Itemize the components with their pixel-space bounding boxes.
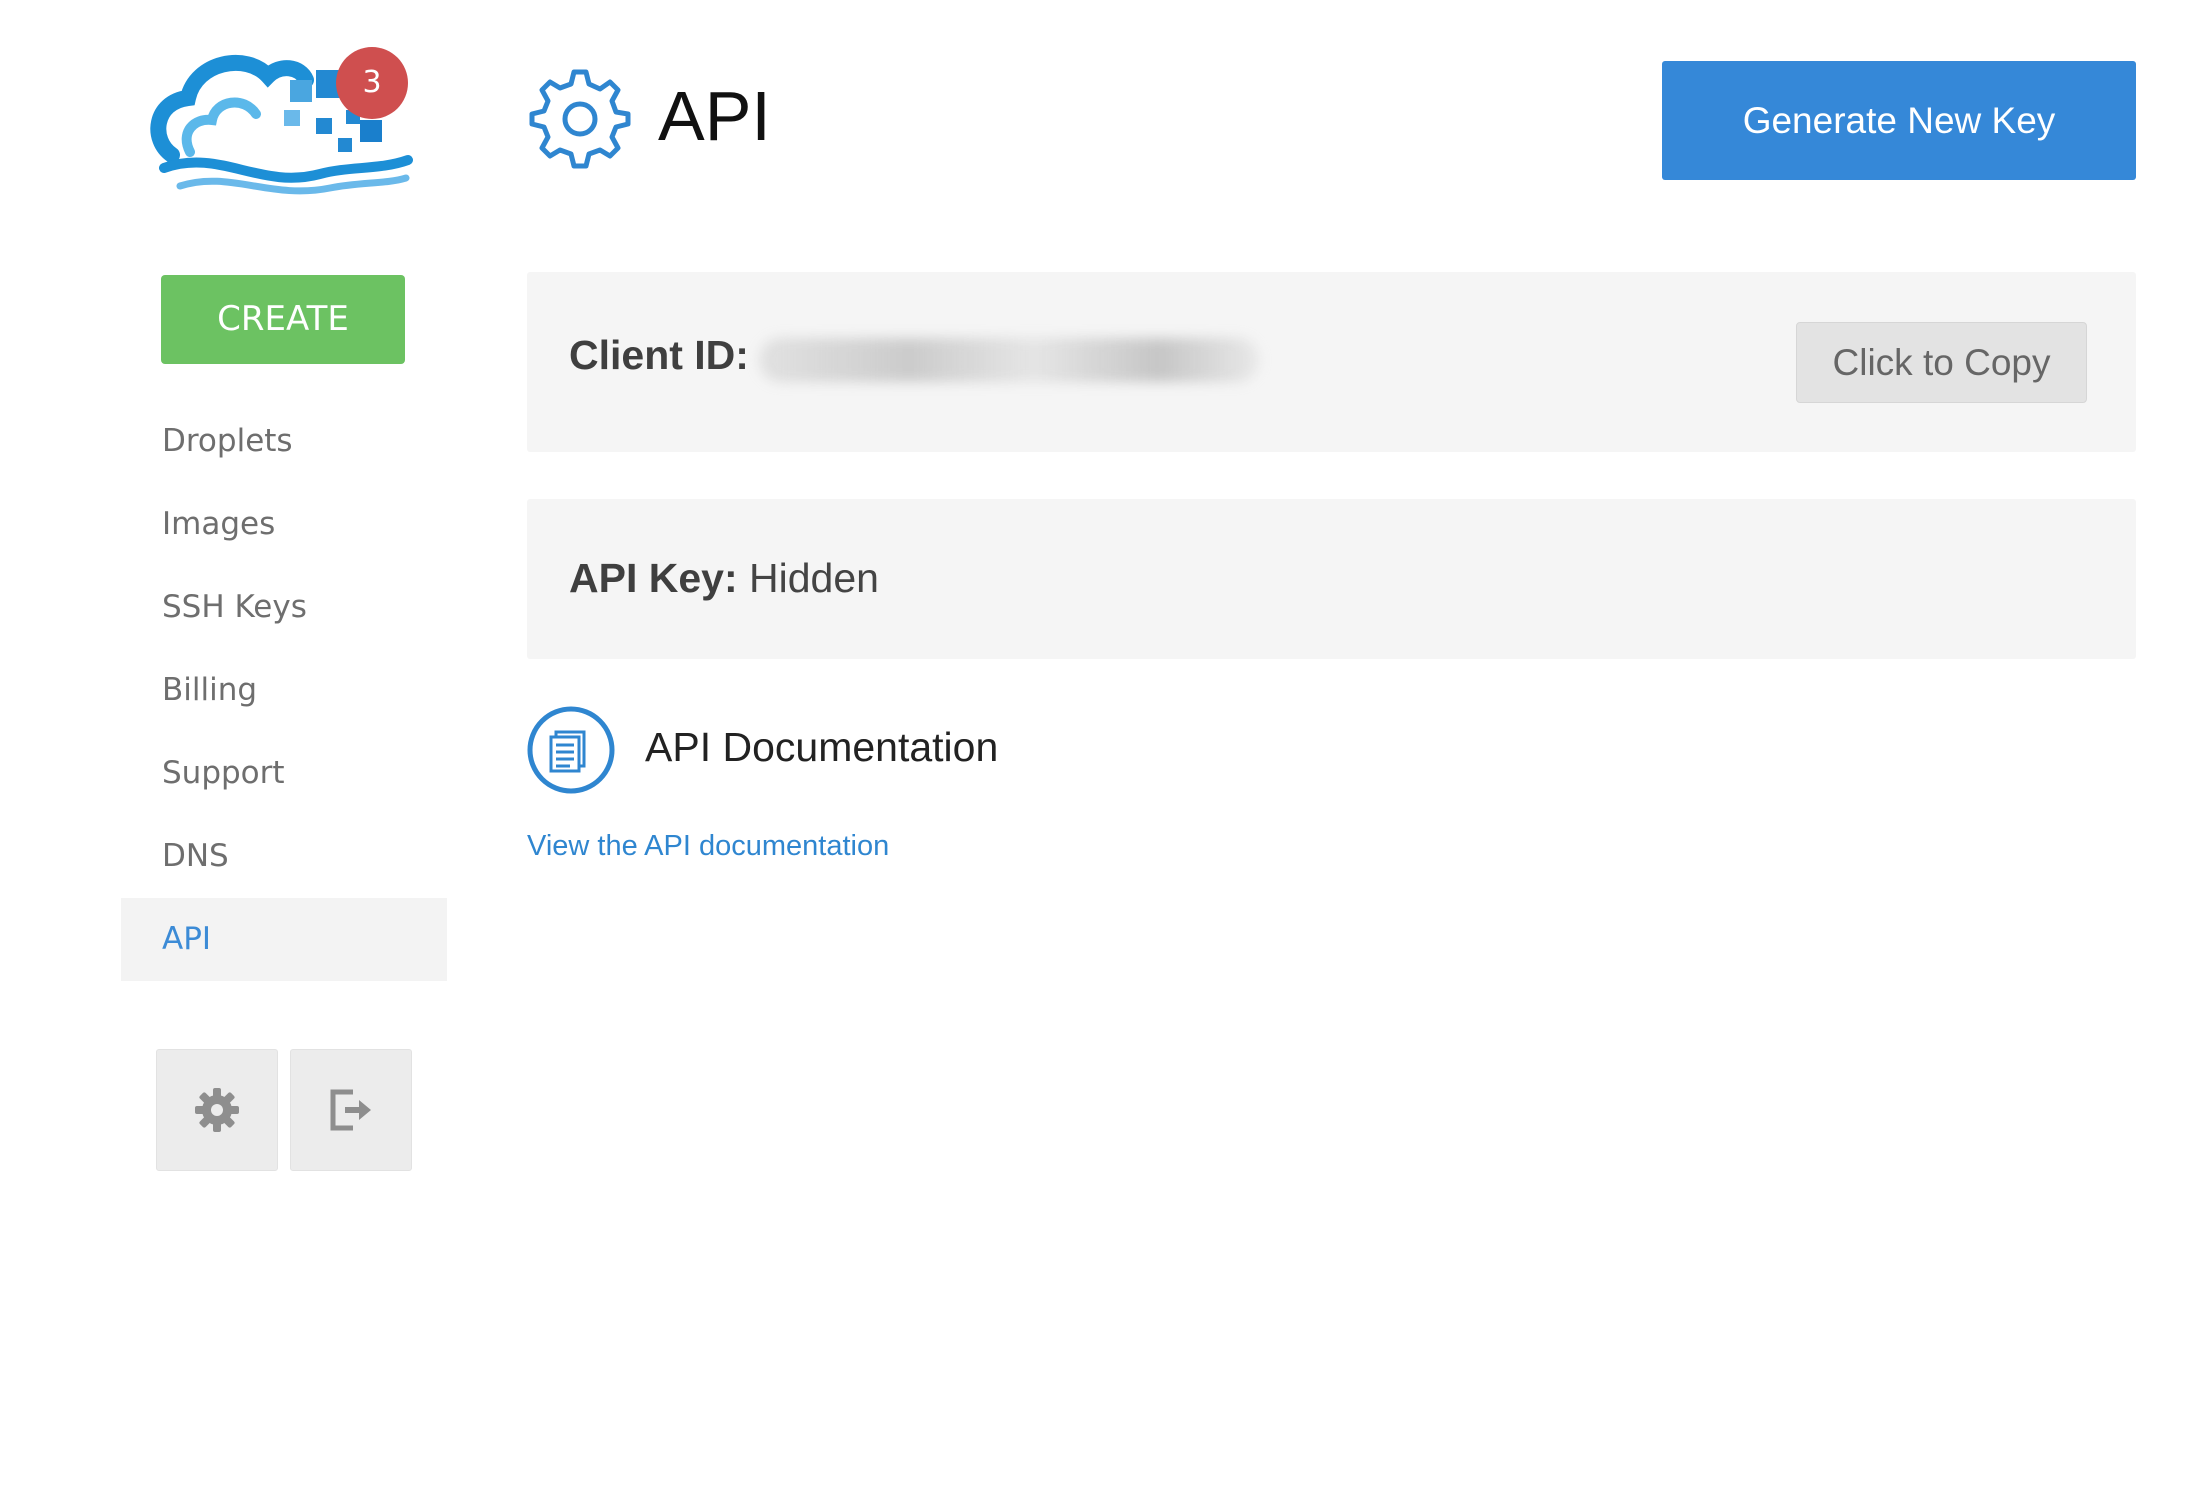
gear-icon (195, 1088, 239, 1132)
logout-icon (330, 1089, 371, 1131)
create-button[interactable]: CREATE (161, 275, 405, 364)
generate-new-key-button[interactable]: Generate New Key (1662, 61, 2136, 180)
api-key-row: API Key: Hidden (569, 555, 879, 602)
page: 3 CREATE Droplets Images SSH Keys Billin… (0, 0, 2208, 1502)
settings-button[interactable] (156, 1049, 278, 1171)
sidebar-nav: Droplets Images SSH Keys Billing Support… (121, 400, 447, 981)
api-key-panel: API Key: Hidden (527, 499, 2136, 659)
sidebar-item-billing[interactable]: Billing (121, 649, 447, 732)
client-id-panel: Client ID: Click to Copy (527, 272, 2136, 452)
logout-button[interactable] (290, 1049, 412, 1171)
client-id-value-redacted (759, 338, 1259, 382)
copy-client-id-button[interactable]: Click to Copy (1796, 322, 2087, 403)
sidebar-item-ssh-keys[interactable]: SSH Keys (121, 566, 447, 649)
document-icon (526, 705, 616, 800)
page-title: API (658, 77, 771, 155)
api-documentation-heading: API Documentation (645, 724, 999, 770)
client-id-label: Client ID: (569, 332, 749, 378)
sidebar-item-droplets[interactable]: Droplets (121, 400, 447, 483)
sidebar-item-dns[interactable]: DNS (121, 815, 447, 898)
sidebar-item-images[interactable]: Images (121, 483, 447, 566)
sidebar-item-api[interactable]: API (121, 898, 447, 981)
sidebar-item-support[interactable]: Support (121, 732, 447, 815)
api-key-label: API Key: (569, 555, 738, 601)
view-api-documentation-link[interactable]: View the API documentation (527, 830, 889, 863)
gear-outline-icon (528, 66, 632, 175)
api-key-value: Hidden (749, 555, 879, 601)
notification-badge[interactable]: 3 (336, 47, 408, 119)
